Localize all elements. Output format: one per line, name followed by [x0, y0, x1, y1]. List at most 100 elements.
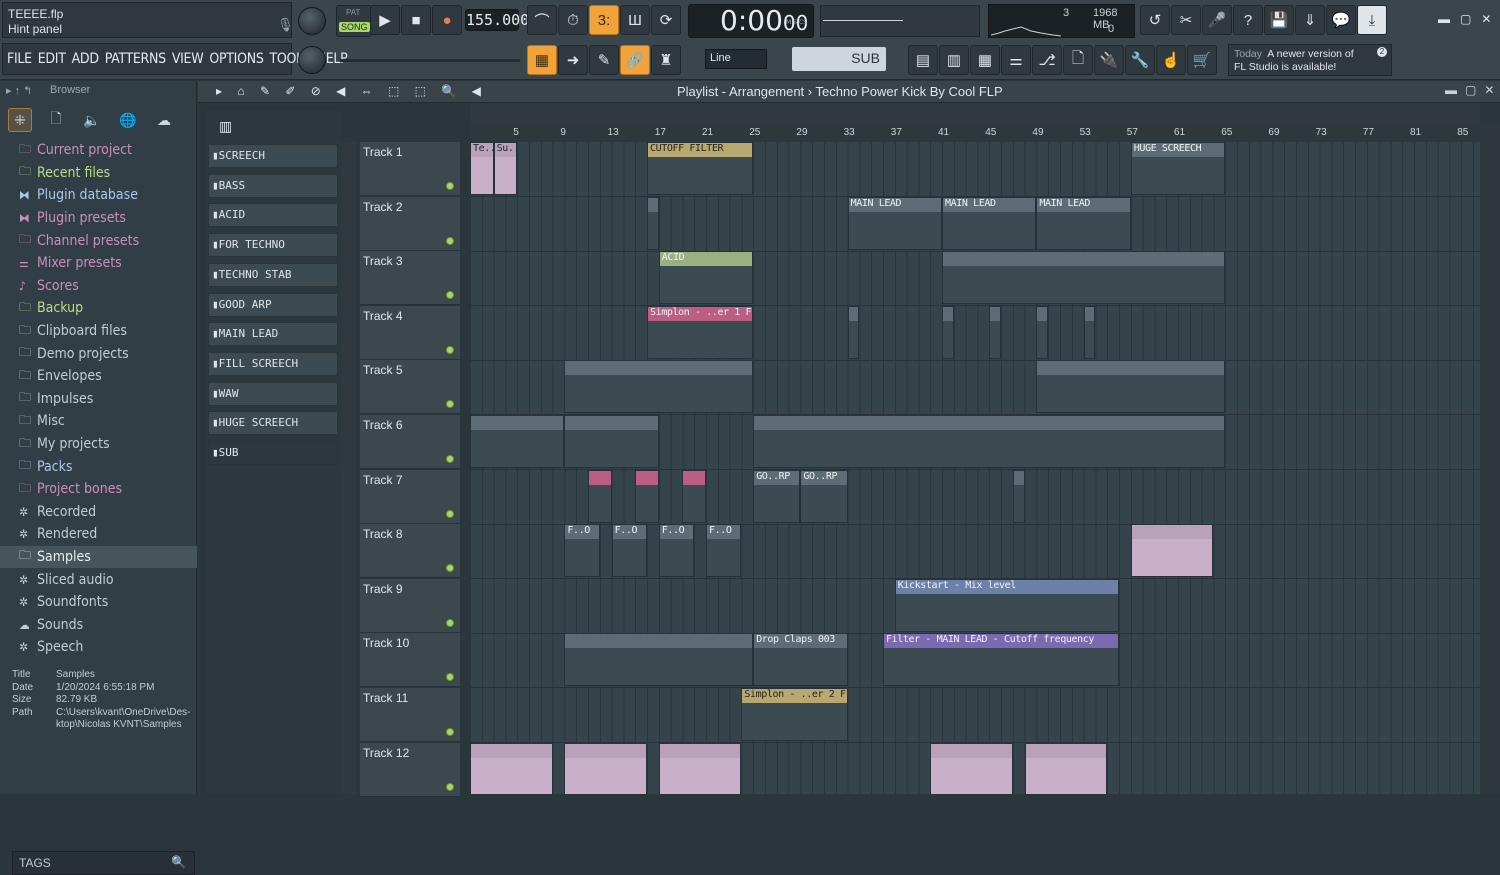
playlist-clip[interactable]: [588, 469, 612, 523]
browser-item[interactable]: ⚌ Mixer presets: [0, 252, 197, 275]
record-button[interactable]: ●: [432, 5, 462, 35]
track-lane[interactable]: [470, 305, 1480, 361]
arrow-icon[interactable]: ➜: [558, 45, 588, 75]
track-header[interactable]: Track 12: [360, 742, 460, 797]
playlist-clip[interactable]: [942, 251, 1226, 305]
browser-item[interactable]: 🗀 Demo projects: [0, 342, 197, 365]
news-panel[interactable]: Today A newer version of FL Studio is av…: [1228, 44, 1392, 76]
playlist-clip[interactable]: [470, 415, 565, 468]
pattern-item[interactable]: ▮MAIN LEAD: [208, 322, 338, 347]
playlist-grid[interactable]: Te..PSu..P CUTOFF FILTER HUGE SCREECH MAIN …: [470, 142, 1480, 794]
playlist-clip[interactable]: [470, 742, 553, 794]
search-icon[interactable]: 🔍: [171, 855, 186, 869]
track-mute-led[interactable]: [446, 728, 454, 736]
tags-field[interactable]: TAGS 🔍: [12, 851, 195, 875]
all-icon[interactable]: ⁜: [8, 108, 32, 132]
track-header[interactable]: Track 9: [360, 578, 460, 633]
browser-item[interactable]: 🗀 Envelopes: [0, 365, 197, 388]
timeline-ruler[interactable]: 5 9 13 17 21 25 29 33 37 41 45 49 53 57 61 65 69 73 77 81 85: [470, 124, 1480, 142]
playlist-overview[interactable]: [470, 103, 1480, 124]
help-icon[interactable]: ?: [1233, 5, 1263, 35]
track-lane[interactable]: [470, 688, 1480, 743]
browser-item[interactable]: ✲ Rendered: [0, 523, 197, 546]
playlist-clip[interactable]: [989, 305, 1001, 359]
playlist-clip[interactable]: [647, 196, 659, 250]
playlist-clip[interactable]: GO..RP: [753, 469, 801, 523]
chat-icon[interactable]: 💬: [1326, 5, 1356, 35]
stop-button[interactable]: ■: [401, 5, 431, 35]
touch-icon[interactable]: ☝: [1156, 45, 1186, 75]
tree-icon[interactable]: ⎇: [1032, 45, 1062, 75]
pattern-item[interactable]: ▮BASS: [208, 173, 338, 198]
browser-item[interactable]: ✲ Soundfonts: [0, 591, 197, 614]
playlist-icon[interactable]: ▤: [908, 45, 938, 75]
track-header[interactable]: Track 2: [360, 196, 460, 251]
playlist-clip[interactable]: MAIN LEAD: [942, 196, 1037, 250]
track-mute-led[interactable]: [446, 182, 454, 190]
microphone-icon[interactable]: 🎤: [1202, 5, 1232, 35]
browser-item[interactable]: 🗀 Impulses: [0, 388, 197, 411]
browser-item[interactable]: ☁ Sounds: [0, 613, 197, 636]
browser-item[interactable]: 🗀 Samples: [0, 545, 197, 569]
wait-record-icon[interactable]: ⏱: [558, 5, 588, 35]
track-mute-led[interactable]: [446, 455, 454, 463]
playlist-window-controls[interactable]: ▬▢✕: [1445, 83, 1500, 97]
loop-record-icon[interactable]: ⟳: [651, 5, 681, 35]
browser-item[interactable]: 🗀 My projects: [0, 433, 197, 456]
master-slider[interactable]: [340, 59, 520, 62]
plugin-icon[interactable]: 🔌: [1094, 45, 1124, 75]
file-icon[interactable]: 🗋: [44, 108, 68, 132]
menu-edit[interactable]: EDIT: [38, 51, 66, 67]
playlist-clip[interactable]: [753, 415, 1226, 468]
countdown-icon[interactable]: 3:: [589, 5, 619, 35]
playlist-clip[interactable]: [942, 305, 954, 359]
browser-item[interactable]: 🗀 Project bones: [0, 478, 197, 501]
channel-rack-icon[interactable]: ▥: [939, 45, 969, 75]
piano-roll-icon[interactable]: ▦: [527, 45, 557, 75]
playlist-clip[interactable]: MAIN LEAD: [847, 196, 942, 250]
track-header[interactable]: Track 1: [360, 142, 460, 196]
track-mute-led[interactable]: [446, 345, 454, 354]
channel-selector[interactable]: SUB: [792, 47, 886, 71]
cart-icon[interactable]: 🛒: [1187, 45, 1217, 75]
pattern-item[interactable]: ▮FILL SCREECH: [208, 351, 338, 376]
track-header[interactable]: Track 6: [360, 415, 460, 469]
playlist-clip[interactable]: [1012, 469, 1025, 523]
track-header[interactable]: Track 4: [360, 305, 460, 360]
browser-item[interactable]: ♪ Scores: [0, 275, 197, 298]
vertical-scrollbar[interactable]: [1480, 124, 1500, 794]
playlist-clip[interactable]: F..O: [564, 524, 600, 578]
stamp-icon[interactable]: ♜: [651, 45, 681, 75]
step-edit-icon[interactable]: Ш: [620, 5, 650, 35]
snap-select[interactable]: Line: [705, 49, 767, 69]
browser-item[interactable]: ⧓ Plugin presets: [0, 207, 197, 230]
playlist-clip[interactable]: Drop Claps 003: [753, 633, 848, 687]
playlist-clip[interactable]: [1130, 524, 1214, 578]
track-header[interactable]: Track 3: [360, 251, 460, 306]
menu-view[interactable]: VIEW: [172, 51, 204, 67]
track-mute-led[interactable]: [446, 564, 454, 573]
playlist-clip[interactable]: CUTOFF FILTER: [647, 142, 754, 195]
track-mute-led[interactable]: [446, 673, 454, 682]
playlist-clip[interactable]: Simplon - ..er 2 Freq: [741, 688, 848, 741]
pattern-item[interactable]: ▮HUGE SCREECH: [208, 411, 338, 436]
brush-icon[interactable]: ✎: [589, 45, 619, 75]
playlist-clip[interactable]: ACID: [658, 251, 754, 305]
microphone-icon[interactable]: 🎙: [277, 17, 294, 33]
render-icon[interactable]: ⇓: [1295, 5, 1325, 35]
playlist-clip[interactable]: Simplon - ..er 1 Freq: [647, 305, 754, 359]
tempo-display[interactable]: 155.000: [465, 9, 529, 31]
browser-item[interactable]: ✲ Sliced audio: [0, 568, 197, 591]
play-button[interactable]: ▶: [370, 5, 400, 35]
track-header[interactable]: Track 11: [360, 688, 460, 742]
track-mute-led[interactable]: [446, 400, 454, 409]
mixer-icon[interactable]: ⚌: [1001, 45, 1031, 75]
menu-add[interactable]: ADD: [72, 51, 99, 67]
window-controls[interactable]: ▬▢✕: [1438, 12, 1500, 26]
piano-icon[interactable]: ▥: [219, 118, 232, 135]
piano-icon[interactable]: ▦: [970, 45, 1000, 75]
track-lane[interactable]: [470, 142, 1480, 197]
playlist-tool-icons[interactable]: ▸ ⌂ ✎ ✐ ⊘ ◀ ⇔ ⬚ ⬚ 🔍 ◀: [216, 84, 487, 98]
pattern-item[interactable]: ▮SCREECH: [208, 144, 338, 168]
master-pitch-knob[interactable]: [298, 46, 326, 74]
